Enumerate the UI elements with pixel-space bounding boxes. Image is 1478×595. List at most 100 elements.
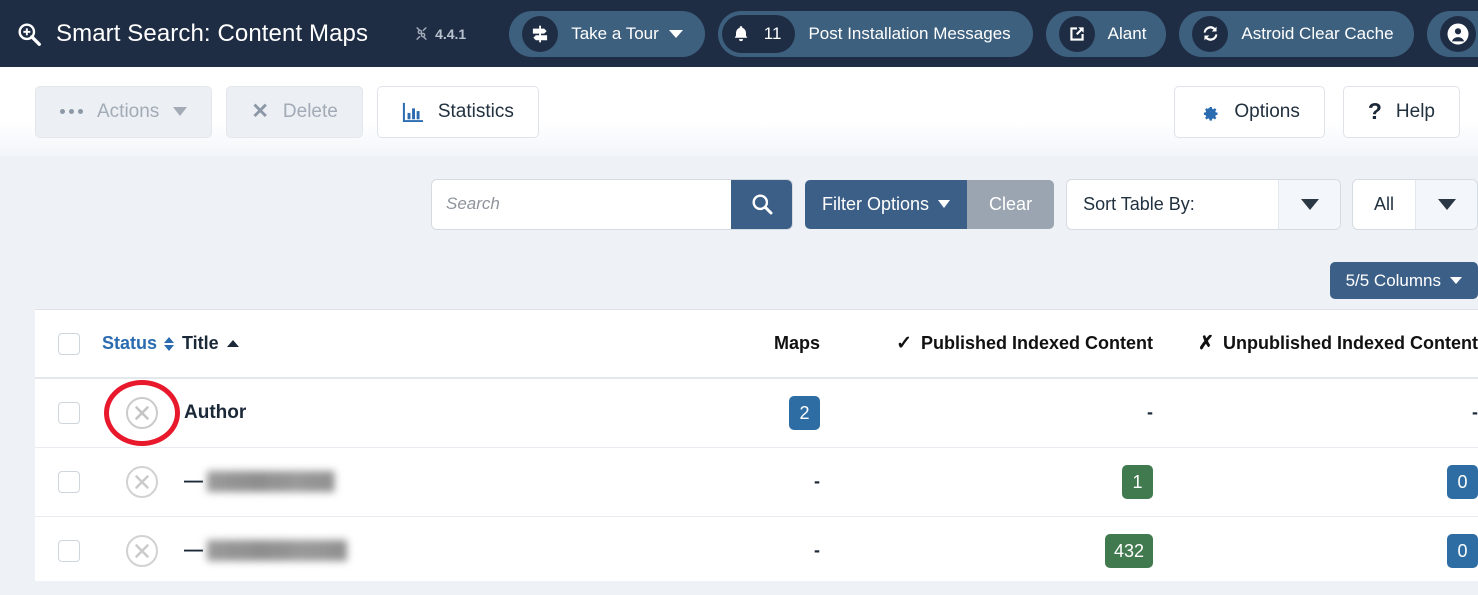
row-maps-cell: - [695, 446, 820, 516]
actions-button[interactable]: Actions [35, 85, 213, 138]
published-value: - [1147, 402, 1153, 423]
th-status[interactable]: Status [102, 310, 182, 379]
ellipsis-icon [60, 109, 83, 114]
search-zoom-icon [18, 22, 41, 46]
options-button[interactable]: Options [1174, 85, 1325, 138]
filter-group: Filter Options Clear [805, 179, 1055, 229]
bell-icon [727, 20, 755, 48]
th-select-all [35, 310, 102, 379]
circle-x-icon[interactable] [125, 396, 159, 430]
columns-label: 5/5 Columns [1345, 270, 1441, 290]
row-title[interactable]: ██████████ [207, 471, 335, 492]
th-unpublished-indexed-content: ✗ Unpublished Indexed Content [1153, 310, 1478, 379]
maps-value: - [814, 540, 820, 561]
clear-filters-button[interactable]: Clear [967, 179, 1055, 229]
brand: Smart Search: Content Maps [0, 20, 368, 48]
statistics-button[interactable]: Statistics [376, 85, 539, 138]
x-icon: ✕ [251, 100, 269, 123]
toolbar-right-group: Options ? Help [1174, 85, 1478, 138]
action-toolbar: Actions ✕ Delete Statistics Options ? He… [0, 67, 1478, 156]
columns-toggle-button[interactable]: 5/5 Columns [1329, 262, 1478, 299]
table-row: — ███████████ - 432 0 [35, 515, 1478, 585]
table-row: — ██████████ - 1 0 [35, 446, 1478, 516]
th-title-label: Title [182, 333, 219, 353]
refresh-icon [1192, 15, 1229, 52]
row-unpublished-cell: 0 [1153, 515, 1478, 585]
user-circle-icon [1439, 15, 1476, 52]
row-published-cell: 432 [820, 515, 1153, 585]
th-title[interactable]: Title [182, 310, 695, 379]
page-title: Smart Search: Content Maps [56, 19, 369, 47]
search-submit-button[interactable] [731, 179, 792, 229]
maps-value: - [814, 471, 820, 491]
statistics-label: Statistics [437, 101, 514, 122]
row-published-cell: 1 [820, 446, 1153, 516]
chevron-down-icon [173, 107, 188, 116]
astroid-clear-cache-button[interactable]: Astroid Clear Cache [1179, 10, 1414, 57]
th-unpublished-label: Unpublished Indexed Content [1223, 333, 1478, 353]
search-icon [752, 194, 772, 215]
take-a-tour-button[interactable]: Take a Tour [509, 10, 705, 57]
search-input[interactable] [432, 179, 731, 229]
chevron-down-icon [1415, 179, 1478, 229]
question-mark-icon: ? [1367, 98, 1382, 124]
list-limit-select[interactable]: All [1353, 179, 1478, 229]
version-indicator: 4.4.1 [414, 26, 466, 42]
row-checkbox[interactable] [57, 539, 80, 562]
signpost-icon [522, 15, 559, 52]
unpublished-badge: 0 [1447, 533, 1478, 568]
row-checkbox[interactable] [57, 401, 80, 424]
row-title[interactable]: Author [182, 402, 695, 424]
circle-x-icon[interactable] [125, 465, 159, 499]
th-maps: Maps [695, 310, 820, 379]
help-button[interactable]: ? Help [1342, 85, 1460, 138]
unpublished-value: - [1472, 402, 1478, 423]
row-title[interactable]: ███████████ [207, 540, 347, 561]
row-select-cell [35, 446, 102, 516]
circle-x-icon[interactable] [125, 534, 159, 568]
sort-table-by-select[interactable]: Sort Table By: [1067, 179, 1341, 229]
user-menu-button[interactable]: User Menu [1426, 10, 1478, 57]
alant-button[interactable]: Alant [1045, 10, 1167, 57]
filter-options-button[interactable]: Filter Options [805, 179, 968, 229]
table-header: Status Title Maps ✓ Published Indexed Co… [35, 310, 1478, 379]
actions-label: Actions [97, 101, 160, 122]
caret-down-icon [1450, 277, 1462, 284]
content-maps-table: Status Title Maps ✓ Published Indexed Co… [35, 310, 1478, 585]
row-title-cell: — ███████████ [182, 515, 695, 585]
chevron-down-icon [1278, 179, 1341, 229]
search-group [432, 179, 792, 229]
row-checkbox[interactable] [57, 470, 80, 493]
row-published-cell: - [820, 378, 1153, 447]
th-published-indexed-content: ✓ Published Indexed Content [820, 310, 1153, 379]
chevron-down-icon [668, 29, 683, 38]
chevron-down-icon [938, 200, 951, 208]
title-prefix: — [184, 470, 203, 492]
admin-header-bar: Smart Search: Content Maps 4.4.1 Take a … [0, 0, 1478, 67]
row-status-cell [102, 515, 182, 585]
astroid-clear-cache-label: Astroid Clear Cache [1241, 23, 1394, 43]
notification-badge: 11 [721, 14, 796, 53]
title-prefix: — [184, 539, 203, 561]
row-unpublished-cell: - [1153, 378, 1478, 447]
row-title-cell: Author [182, 378, 695, 447]
th-maps-label: Maps [773, 333, 820, 353]
row-status-cell [102, 378, 182, 447]
help-label: Help [1395, 101, 1435, 122]
sort-both-icon [164, 336, 175, 351]
row-select-cell [35, 378, 102, 447]
select-all-checkbox[interactable] [57, 332, 80, 355]
notification-count: 11 [763, 23, 782, 43]
row-maps-cell: - [695, 515, 820, 585]
take-a-tour-label: Take a Tour [571, 23, 659, 43]
th-published-label: Published Indexed Content [920, 333, 1153, 353]
post-installation-messages-button[interactable]: 11 Post Installation Messages [717, 10, 1033, 57]
alant-label: Alant [1107, 23, 1147, 43]
th-status-label: Status [102, 333, 158, 353]
post-installation-messages-label: Post Installation Messages [808, 23, 1011, 43]
delete-button[interactable]: ✕ Delete [226, 85, 363, 138]
toolbar-left-group: Actions ✕ Delete Statistics [0, 85, 539, 138]
row-status-cell [102, 446, 182, 516]
columns-row: 5/5 Columns [0, 252, 1478, 309]
sort-ascending-icon [226, 340, 239, 347]
